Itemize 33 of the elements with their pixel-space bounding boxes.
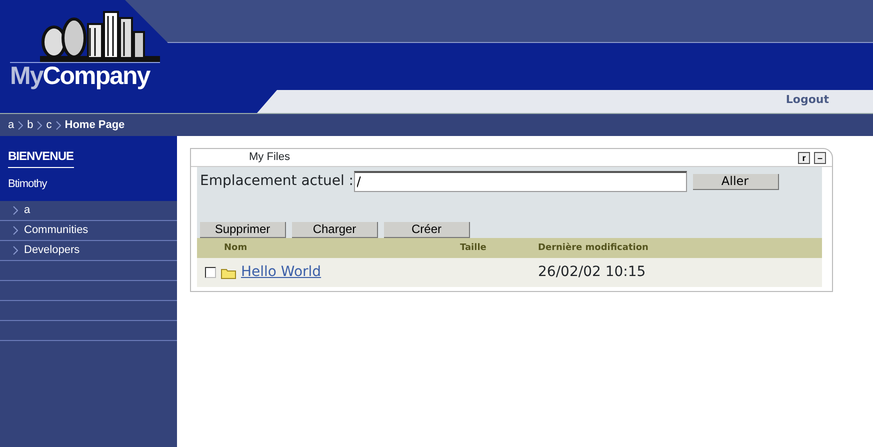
welcome-title: BIENVENUE [8, 147, 74, 168]
go-button[interactable]: Aller [692, 174, 779, 190]
window-control-button[interactable]: r [798, 152, 810, 164]
folder-icon [221, 266, 236, 278]
column-header: Nom [224, 243, 248, 253]
modified-cell: 26/02/02 10:15 [538, 264, 646, 280]
location-label: Emplacement actuel : [200, 172, 354, 191]
action-button[interactable]: Créer [384, 222, 470, 238]
breadcrumb-link[interactable]: c [46, 116, 52, 134]
user-name: Btimothy [8, 177, 48, 192]
chevron-icon [13, 246, 18, 255]
chevron-icon [18, 120, 24, 130]
breadcrumb-link[interactable]: a [8, 116, 14, 134]
chevron-icon [13, 226, 18, 235]
breadcrumb-current: Home Page [64, 118, 125, 133]
sidebar-item[interactable]: Communities [24, 222, 88, 239]
file-link[interactable]: Hello World [241, 262, 322, 283]
action-button[interactable]: Charger [292, 222, 378, 238]
action-button[interactable]: Supprimer [200, 222, 286, 238]
logout-link[interactable]: Logout [786, 93, 829, 106]
row-checkbox[interactable] [205, 267, 216, 278]
logo-text: MyCompany [10, 62, 160, 89]
chevron-icon [13, 206, 18, 215]
column-header: Taille [460, 243, 486, 253]
portlet-title: My Files [249, 150, 290, 166]
window-control-button[interactable]: – [814, 152, 826, 164]
chevron-icon [37, 120, 42, 130]
sidebar-item[interactable]: a [24, 202, 30, 219]
chevron-icon [56, 120, 61, 130]
sidebar-item[interactable]: Developers [24, 242, 80, 259]
column-header: Dernière modification [538, 243, 648, 253]
breadcrumb-link[interactable]: b [27, 116, 34, 134]
location-field[interactable]: / [354, 171, 687, 192]
